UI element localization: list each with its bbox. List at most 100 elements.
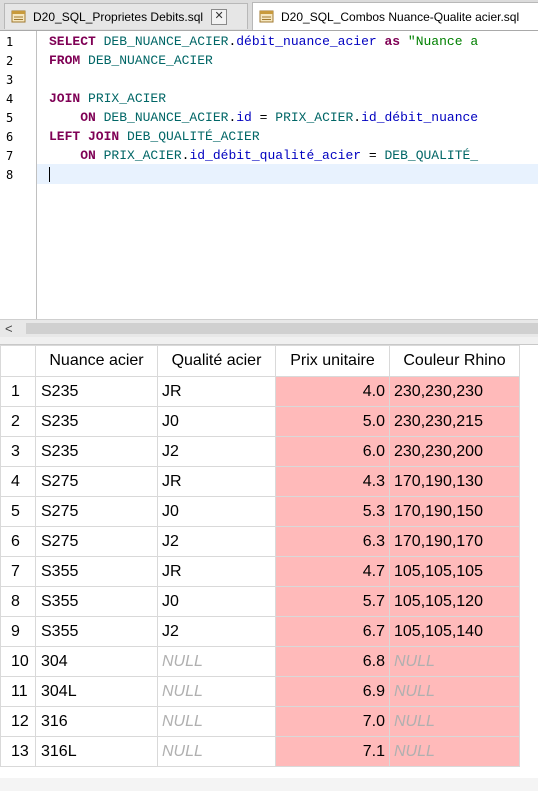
nuance-acier-cell[interactable]: S235 [35,376,158,407]
code-token: = [361,148,385,163]
couleur-rhino-cell[interactable]: 170,190,170 [389,526,520,557]
prix-unitaire-cell[interactable]: 6.0 [275,436,390,467]
qualite-acier-cell[interactable]: NULL [157,646,276,677]
code-token: DEB_NUANCE_ACIER [103,110,229,125]
column-header-prix-unitaire[interactable]: Prix unitaire [275,345,390,377]
column-header-qualite-acier[interactable]: Qualité acier [157,345,276,377]
couleur-rhino-cell[interactable]: 230,230,200 [389,436,520,467]
couleur-rhino-cell[interactable]: 230,230,215 [389,406,520,437]
prix-unitaire-cell[interactable]: 5.0 [275,406,390,437]
tab-combos-nuance-qualite[interactable]: D20_SQL_Combos Nuance-Qualite acier.sql [252,2,538,30]
table-row[interactable]: 6 S275 J2 6.3 170,190,170 [0,526,520,557]
sql-file-icon [11,10,27,24]
qualite-acier-cell[interactable]: JR [157,466,276,497]
code-line[interactable]: JOIN PRIX_ACIER [49,91,166,106]
sql-editor[interactable]: 12345678 SELECT DEB_NUANCE_ACIER.débit_n… [0,31,538,319]
prix-unitaire-cell[interactable]: 4.7 [275,556,390,587]
table-row[interactable]: 7 S355 JR 4.7 105,105,105 [0,556,520,587]
couleur-rhino-cell[interactable]: 230,230,230 [389,376,520,407]
prix-unitaire-cell[interactable]: 4.3 [275,466,390,497]
prix-unitaire-cell[interactable]: 6.3 [275,526,390,557]
qualite-acier-cell[interactable]: NULL [157,736,276,767]
nuance-acier-cell[interactable]: 316L [35,736,158,767]
table-row[interactable]: 12 316 NULL 7.0 NULL [0,706,520,737]
nuance-acier-cell[interactable]: S355 [35,616,158,647]
tab-proprietes-debits[interactable]: D20_SQL_Proprietes Debits.sql ✕ [4,3,248,29]
couleur-rhino-cell[interactable]: 170,190,150 [389,496,520,527]
table-row[interactable]: 4 S275 JR 4.3 170,190,130 [0,466,520,497]
close-icon[interactable]: ✕ [211,8,228,25]
table-row[interactable]: 13 316L NULL 7.1 NULL [0,736,520,767]
qualite-acier-cell[interactable]: J2 [157,526,276,557]
column-header-couleur-rhino[interactable]: Couleur Rhino [389,345,520,377]
row-number-cell: 12 [0,706,36,737]
couleur-rhino-cell[interactable]: 105,105,120 [389,586,520,617]
qualite-acier-cell[interactable]: J2 [157,616,276,647]
code-line[interactable]: ON DEB_NUANCE_ACIER.id = PRIX_ACIER.id_d… [49,110,478,125]
qualite-acier-cell[interactable]: J0 [157,496,276,527]
results-body: 1 S235 JR 4.0 230,230,230 2 S235 J0 5.0 230,230,2… [0,376,520,767]
nuance-acier-cell[interactable]: 304 [35,646,158,677]
prix-unitaire-cell[interactable]: 5.3 [275,496,390,527]
nuance-acier-cell[interactable]: S275 [35,496,158,527]
table-row[interactable]: 2 S235 J0 5.0 230,230,215 [0,406,520,437]
nuance-acier-cell[interactable]: S275 [35,466,158,497]
editor-horizontal-scrollbar[interactable]: < [0,319,538,337]
qualite-acier-cell[interactable]: NULL [157,676,276,707]
row-number-cell: 5 [0,496,36,527]
scrollbar-thumb[interactable] [26,323,538,334]
code-line[interactable]: SELECT DEB_NUANCE_ACIER.débit_nuance_aci… [49,34,478,49]
nuance-acier-cell[interactable]: S355 [35,556,158,587]
row-number-cell: 1 [0,376,36,407]
code-token: PRIX_ACIER [103,148,182,163]
prix-unitaire-cell[interactable]: 6.8 [275,646,390,677]
nuance-acier-cell[interactable]: S275 [35,526,158,557]
code-token: DEB_NUANCE_ACIER [103,34,229,49]
code-line[interactable]: ON PRIX_ACIER.id_débit_qualité_acier = D… [49,148,478,163]
table-row[interactable]: 1 S235 JR 4.0 230,230,230 [0,376,520,407]
qualite-acier-cell[interactable]: JR [157,556,276,587]
prix-unitaire-cell[interactable]: 4.0 [275,376,390,407]
nuance-acier-cell[interactable]: S235 [35,436,158,467]
code-token: DEB_NUANCE_ACIER [88,53,213,68]
table-row[interactable]: 9 S355 J2 6.7 105,105,140 [0,616,520,647]
prix-unitaire-cell[interactable]: 7.1 [275,736,390,767]
results-grid[interactable]: Nuance acier Qualité acier Prix unitaire… [0,345,538,791]
text-caret [49,167,50,182]
qualite-acier-cell[interactable]: NULL [157,706,276,737]
scroll-left-icon[interactable]: < [5,321,13,336]
couleur-rhino-cell[interactable]: 170,190,130 [389,466,520,497]
nuance-acier-cell[interactable]: S235 [35,406,158,437]
couleur-rhino-cell[interactable]: 105,105,105 [389,556,520,587]
nuance-acier-cell[interactable]: 316 [35,706,158,737]
prix-unitaire-cell[interactable]: 6.7 [275,616,390,647]
row-number-cell: 3 [0,436,36,467]
prix-unitaire-cell[interactable]: 7.0 [275,706,390,737]
line-number: 1 [6,35,14,49]
table-row[interactable]: 3 S235 J2 6.0 230,230,200 [0,436,520,467]
table-row[interactable]: 11 304L NULL 6.9 NULL [0,676,520,707]
nuance-acier-cell[interactable]: S355 [35,586,158,617]
nuance-acier-cell[interactable]: 304L [35,676,158,707]
code-line[interactable]: FROM DEB_NUANCE_ACIER [49,53,213,68]
split-pane-divider[interactable] [0,337,538,345]
prix-unitaire-cell[interactable]: 5.7 [275,586,390,617]
prix-unitaire-cell[interactable]: 6.9 [275,676,390,707]
couleur-rhino-cell[interactable]: NULL [389,646,520,677]
couleur-rhino-cell[interactable]: NULL [389,736,520,767]
header-row: Nuance acier Qualité acier Prix unitaire… [0,345,520,377]
code-token: DEB_QUALITÉ_ACIER [127,129,260,144]
column-header-nuance-acier[interactable]: Nuance acier [35,345,158,377]
couleur-rhino-cell[interactable]: NULL [389,706,520,737]
table-row[interactable]: 10 304 NULL 6.8 NULL [0,646,520,677]
qualite-acier-cell[interactable]: J0 [157,586,276,617]
couleur-rhino-cell[interactable]: NULL [389,676,520,707]
table-row[interactable]: 5 S275 J0 5.3 170,190,150 [0,496,520,527]
code-token: as [376,34,408,49]
table-row[interactable]: 8 S355 J0 5.7 105,105,120 [0,586,520,617]
qualite-acier-cell[interactable]: JR [157,376,276,407]
qualite-acier-cell[interactable]: J0 [157,406,276,437]
qualite-acier-cell[interactable]: J2 [157,436,276,467]
couleur-rhino-cell[interactable]: 105,105,140 [389,616,520,647]
code-line[interactable]: LEFT JOIN DEB_QUALITÉ_ACIER [49,129,260,144]
